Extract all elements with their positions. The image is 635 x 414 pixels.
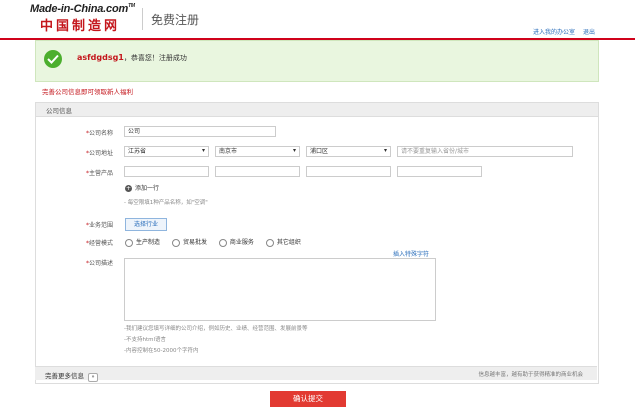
- confirm-submit-button[interactable]: 确认提交: [270, 391, 346, 407]
- product-input-3[interactable]: [306, 166, 391, 177]
- product-note: - 每空限填1种产品名称，如"空调": [124, 200, 208, 206]
- select-industry-button[interactable]: 选择行业: [125, 218, 167, 231]
- description-textarea[interactable]: [124, 258, 436, 321]
- page-title: 免费注册: [151, 13, 200, 27]
- header-links: 进入我的办公室 退出: [527, 27, 595, 36]
- company-info-form: 公司信息: [35, 102, 599, 384]
- mode-radio-trading[interactable]: 贸易批发: [171, 237, 207, 247]
- description-note-1: -我们建议您填写详细的公司介绍，例如历史、业绩、经营范围、发展前景等: [124, 326, 308, 332]
- add-row-button[interactable]: + 添加一行: [125, 183, 159, 192]
- logout-link[interactable]: 退出: [583, 29, 595, 36]
- district-select[interactable]: 浦口区 ▾: [306, 146, 391, 157]
- description-label: *公司描述: [86, 260, 114, 267]
- mode-radio-manufacturing[interactable]: 生产制造: [125, 237, 160, 247]
- industry-label: *业务范围: [86, 222, 114, 229]
- made-in-china-logo[interactable]: Made-in-China.comTM 中国制造网: [30, 3, 142, 34]
- section-title: 公司信息: [46, 107, 72, 115]
- logo-text-en: Made-in-China.com: [30, 3, 129, 15]
- business-mode-options: 生产制造 贸易批发 商业服务 其它组织: [125, 237, 311, 247]
- description-note-3: -内容控制在50-2000个字符内: [124, 348, 199, 354]
- logo-text-cn: 中国制造网: [40, 19, 121, 34]
- description-note-2: -不支持html语言: [124, 337, 167, 343]
- mode-radio-service[interactable]: 商业服务: [218, 237, 254, 247]
- chevron-down-icon: ▾: [383, 147, 387, 154]
- success-message: asfdgdsg1，恭喜您！注册成功: [77, 53, 187, 62]
- products-label: *主营产品: [86, 170, 114, 177]
- product-input-2[interactable]: [215, 166, 300, 177]
- more-info-tip: 信息越丰富，越有助于获得精准的商业机会: [478, 372, 583, 378]
- page-header: Made-in-China.comTM 中国制造网 免费注册 进入我的办公室 退…: [0, 0, 635, 40]
- chevron-down-icon: ▾: [292, 147, 296, 154]
- expand-chevron-icon[interactable]: »: [88, 373, 98, 382]
- more-info-bar[interactable]: 完善更多信息 » 信息越丰富，越有助于获得精准的商业机会: [35, 366, 597, 382]
- street-input[interactable]: 请不要重复输入省份/城市: [397, 146, 573, 157]
- check-circle-icon: [44, 50, 62, 68]
- business-mode-label: *经营模式: [86, 240, 114, 247]
- address-label: *公司地址: [86, 150, 114, 157]
- header-divider: [142, 8, 143, 30]
- plus-icon: +: [125, 185, 132, 192]
- welfare-hint: 完善公司信息即可领取新人福利: [42, 88, 133, 96]
- username: asfdgdsg1: [77, 53, 124, 62]
- product-input-1[interactable]: [124, 166, 209, 177]
- more-info-label: 完善更多信息: [45, 372, 84, 380]
- province-select[interactable]: 江苏省 ▾: [124, 146, 209, 157]
- chevron-down-icon: ▾: [201, 147, 205, 154]
- company-name-input[interactable]: 公司: [124, 126, 276, 137]
- product-input-4[interactable]: [397, 166, 482, 177]
- success-banner: asfdgdsg1，恭喜您！注册成功: [35, 40, 599, 82]
- section-header: 公司信息: [36, 103, 598, 117]
- registration-page: Made-in-China.comTM 中国制造网 免费注册 进入我的办公室 退…: [0, 0, 635, 414]
- mode-radio-other[interactable]: 其它组织: [265, 237, 301, 247]
- logo-trademark: TM: [128, 3, 135, 9]
- my-office-link[interactable]: 进入我的办公室: [533, 29, 575, 36]
- company-name-label: *公司名称: [86, 130, 114, 137]
- insert-special-char-link[interactable]: 插入特殊字符: [393, 249, 429, 258]
- city-select[interactable]: 南京市 ▾: [215, 146, 300, 157]
